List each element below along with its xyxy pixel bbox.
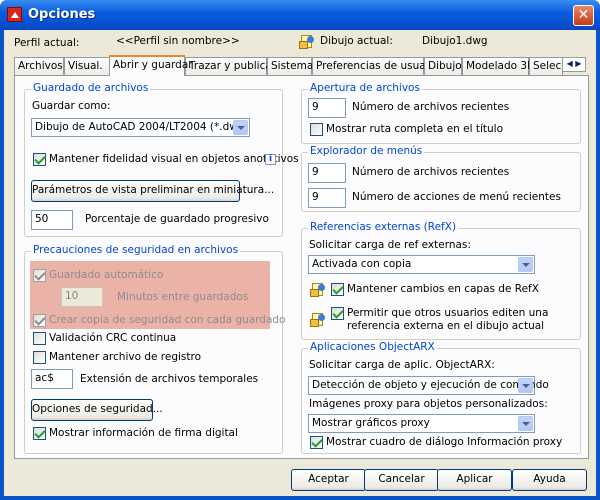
tab-abrir-guardar[interactable]: Abrir y guardar bbox=[109, 55, 193, 76]
profile-label: Perfil actual: bbox=[14, 37, 80, 49]
security-options-button[interactable]: Opciones de seguridad... bbox=[31, 399, 163, 421]
save-as-value: Dibujo de AutoCAD 2004/LT2004 (*.dwg) bbox=[35, 121, 249, 133]
group-safety-title: Precauciones de seguridad en archivos bbox=[31, 244, 241, 256]
options-window: Opciones ✕ Perfil actual: <<Perfil sin n… bbox=[0, 0, 600, 500]
drawing-setting-icon bbox=[310, 282, 326, 298]
backup-label: Crear copia de seguridad con cada guarda… bbox=[49, 314, 286, 326]
recent-files-input[interactable]: 9 bbox=[308, 98, 346, 118]
allow-xref-edit-label-1: Permitir que otros usuarios editen una bbox=[347, 307, 549, 319]
full-path-checkbox[interactable] bbox=[310, 123, 323, 136]
tab-scroll-arrows[interactable]: ◀ ▶ bbox=[562, 57, 586, 72]
menu-recent-actions-label: Número de acciones de menú recientes bbox=[352, 191, 561, 203]
dialog-client: Perfil actual: <<Perfil sin nombre>> Dib… bbox=[4, 30, 596, 496]
proxy-dialog-checkbox[interactable] bbox=[310, 436, 323, 449]
tab-archivos[interactable]: Archivos bbox=[14, 57, 64, 75]
arx-demand-label: Solicitar carga de aplic. ObjectARX: bbox=[309, 359, 495, 371]
crc-checkbox[interactable] bbox=[33, 332, 46, 345]
tab-dibujo[interactable]: Dibujo bbox=[424, 57, 462, 75]
autosave-checkbox[interactable] bbox=[33, 269, 46, 282]
progressive-save-input[interactable]: 50 bbox=[31, 210, 73, 230]
allow-xref-edit-checkbox[interactable] bbox=[331, 307, 344, 320]
group-save: Guardado de archivos Guardar como: Dibuj… bbox=[24, 82, 299, 237]
allow-xref-edit-label-2: referencia externa en el dibujo actual bbox=[347, 320, 545, 332]
autosave-minutes-input[interactable]: 10 bbox=[61, 287, 103, 307]
autosave-minutes-label: Minutos entre guardados bbox=[117, 291, 249, 303]
save-as-dropdown[interactable]: Dibujo de AutoCAD 2004/LT2004 (*.dwg) bbox=[31, 118, 250, 137]
temp-extension-label: Extensión de archivos temporales bbox=[80, 373, 259, 385]
proxy-images-value: Mostrar gráficos proxy bbox=[312, 417, 430, 429]
log-label: Mantener archivo de registro bbox=[49, 351, 202, 363]
retain-xref-layers-label: Mantener cambios en capas de RefX bbox=[347, 283, 539, 295]
proxy-dialog-label: Mostrar cuadro de diálogo Información pr… bbox=[326, 436, 563, 448]
apply-button[interactable]: Aplicar bbox=[437, 469, 512, 491]
drawing-file-icon bbox=[299, 34, 315, 50]
digital-signature-checkbox[interactable] bbox=[33, 427, 46, 440]
proxy-images-label: Imágenes proxy para objetos personalizad… bbox=[309, 398, 548, 410]
menu-recent-actions-input[interactable]: 9 bbox=[308, 188, 346, 208]
thumbnail-settings-button[interactable]: Parámetros de vista preliminar en miniat… bbox=[31, 180, 274, 202]
group-objectarx-title: Aplicaciones ObjectARX bbox=[308, 341, 437, 353]
tab-panel: Guardado de archivos Guardar como: Dibuj… bbox=[14, 75, 589, 459]
xref-demand-dropdown[interactable]: Activada con copia bbox=[308, 255, 535, 274]
drawing-label: Dibujo actual: bbox=[320, 35, 393, 47]
xref-demand-value: Activada con copia bbox=[312, 258, 412, 270]
profile-value: <<Perfil sin nombre>> bbox=[116, 35, 240, 47]
group-open-files: Apertura de archivos 9 Número de archivo… bbox=[301, 82, 581, 144]
progressive-save-label: Porcentaje de guardado progresivo bbox=[85, 213, 269, 225]
menu-recent-files-label: Número de archivos recientes bbox=[352, 166, 510, 178]
full-path-label: Mostrar ruta completa en el título bbox=[326, 123, 504, 135]
help-button[interactable]: Ayuda bbox=[512, 469, 587, 491]
proxy-images-dropdown[interactable]: Mostrar gráficos proxy bbox=[308, 414, 535, 433]
group-xref: Referencias externas (RefX) Solicitar ca… bbox=[301, 221, 581, 340]
tab-preferencias[interactable]: Preferencias de usuario bbox=[312, 57, 439, 75]
backup-checkbox[interactable] bbox=[33, 314, 46, 327]
chevron-down-icon[interactable] bbox=[518, 416, 533, 431]
tab-modelado-3d[interactable]: Modelado 3D bbox=[462, 57, 535, 75]
tab-seleccion[interactable]: Selecc bbox=[529, 57, 563, 75]
group-xref-title: Referencias externas (RefX) bbox=[308, 221, 459, 233]
arx-demand-value: Detección de objeto y ejecución de coman… bbox=[312, 379, 549, 391]
log-checkbox[interactable] bbox=[33, 351, 46, 364]
arx-demand-dropdown[interactable]: Detección de objeto y ejecución de coman… bbox=[308, 376, 549, 395]
group-open-files-title: Apertura de archivos bbox=[308, 82, 422, 94]
tab-sistema[interactable]: Sistema bbox=[267, 57, 313, 75]
menu-recent-files-input[interactable]: 9 bbox=[308, 163, 346, 183]
fidelity-label: Mantener fidelidad visual en objetos ano… bbox=[49, 153, 299, 165]
ok-button[interactable]: Aceptar bbox=[291, 469, 366, 491]
digital-signature-label: Mostrar información de firma digital bbox=[49, 427, 238, 439]
group-save-title: Guardado de archivos bbox=[31, 82, 151, 94]
crc-label: Validación CRC continua bbox=[49, 332, 177, 344]
group-safety: Precauciones de seguridad en archivos Gu… bbox=[24, 244, 286, 454]
chevron-down-icon[interactable] bbox=[518, 378, 533, 393]
autosave-label: Guardado automático bbox=[49, 269, 164, 281]
info-icon[interactable]: i bbox=[265, 154, 276, 165]
window-title: Opciones bbox=[28, 7, 96, 22]
save-as-label: Guardar como: bbox=[32, 100, 111, 112]
group-menu-browser: Explorador de menús 9 Número de archivos… bbox=[301, 145, 581, 212]
xref-demand-label: Solicitar carga de ref externas: bbox=[309, 239, 471, 251]
fidelity-checkbox[interactable] bbox=[33, 153, 46, 166]
group-objectarx: Aplicaciones ObjectARX Solicitar carga d… bbox=[301, 341, 581, 454]
drawing-setting-icon bbox=[310, 312, 326, 328]
recent-files-label: Número de archivos recientes bbox=[352, 101, 510, 113]
cancel-button[interactable]: Cancelar bbox=[364, 469, 439, 491]
title-bar[interactable]: Opciones ✕ bbox=[0, 0, 600, 30]
group-menu-browser-title: Explorador de menús bbox=[308, 145, 425, 157]
retain-xref-layers-checkbox[interactable] bbox=[331, 283, 344, 296]
close-button[interactable]: ✕ bbox=[573, 5, 594, 26]
drawing-value: Dibujo1.dwg bbox=[422, 35, 488, 47]
autocad-app-icon bbox=[7, 7, 22, 22]
tab-trazar-publicar[interactable]: Trazar y publicar bbox=[185, 57, 276, 75]
chevron-down-icon[interactable] bbox=[233, 120, 248, 135]
tab-visual[interactable]: Visual. bbox=[64, 57, 110, 75]
temp-extension-input[interactable]: ac$ bbox=[31, 369, 73, 389]
tab-strip: Archivos Visual. Abrir y guardar Trazar … bbox=[14, 55, 586, 76]
chevron-down-icon[interactable] bbox=[518, 257, 533, 272]
